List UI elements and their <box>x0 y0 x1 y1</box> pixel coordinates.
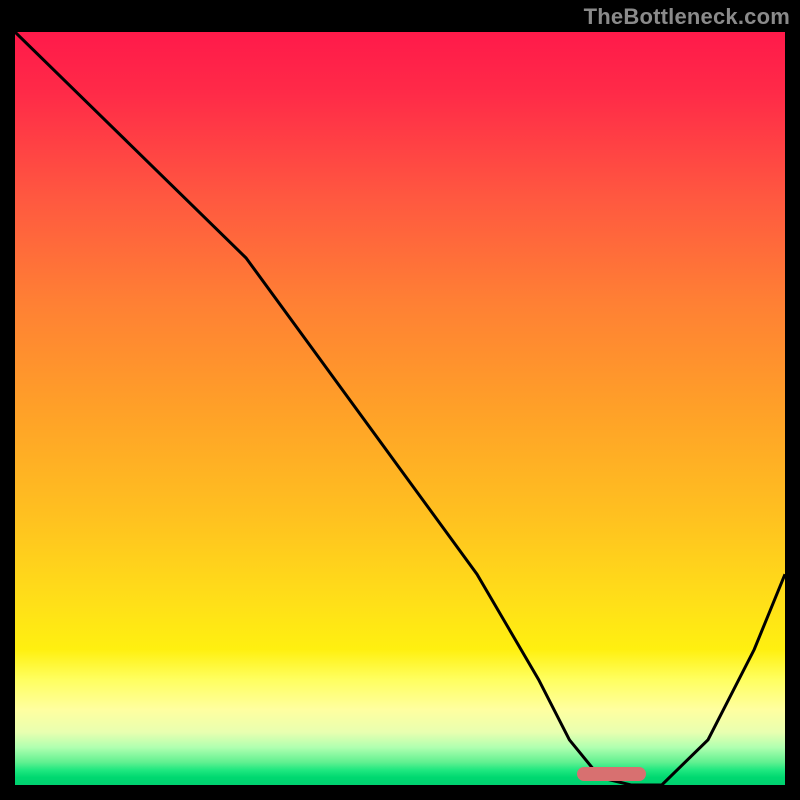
optimum-marker <box>577 767 646 781</box>
watermark-text: TheBottleneck.com <box>584 4 790 30</box>
curve-path <box>15 32 785 785</box>
chart-frame: TheBottleneck.com <box>0 0 800 800</box>
curve-svg <box>15 32 785 785</box>
plot-area <box>15 32 785 785</box>
